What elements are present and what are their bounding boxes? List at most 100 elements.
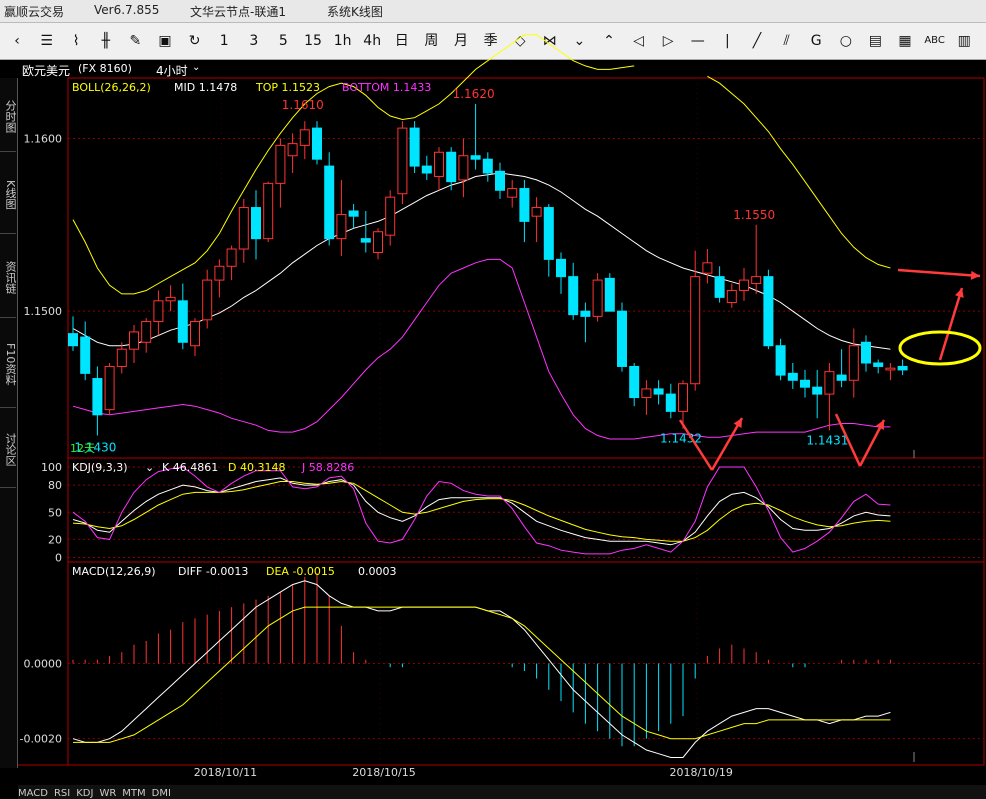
ytick-label: 80 (48, 479, 62, 492)
candle-body (568, 276, 579, 316)
kdj-legend-k: K 46.4861 (162, 461, 218, 474)
candle-body (385, 196, 396, 236)
candle-body (68, 333, 78, 347)
candle-body (812, 386, 823, 395)
indicator-tab-mtm[interactable]: MTM (122, 788, 145, 799)
candle-body (287, 143, 298, 157)
macd-legend-value: 0.0003 (358, 565, 397, 578)
candle-body (592, 279, 603, 317)
macd-dea-line (73, 606, 891, 743)
candle-body (519, 188, 530, 222)
candle-body (360, 238, 371, 243)
macd-legend-dea: DEA -0.0015 (266, 565, 335, 578)
candle-body (836, 374, 847, 381)
candle-body (92, 378, 103, 416)
candle-body (263, 182, 274, 240)
candle-body (141, 321, 152, 343)
boll-legend-top: TOP 1.1523 (255, 81, 320, 94)
candle-body (190, 321, 200, 347)
candle-body (507, 188, 518, 198)
chevron-down-icon: ⌄ (145, 461, 154, 474)
kline-chart[interactable]: 1.1600 1.1500 100 80 50 20 0 0.0000 -0.0020 2018/… (0, 0, 986, 799)
red-arrow (938, 287, 964, 361)
indicator-tab-rsi[interactable]: RSI (54, 788, 70, 799)
indicator-tab-kdj[interactable]: KDJ (76, 788, 93, 799)
indicator-tab-macd[interactable]: MACD (18, 788, 48, 799)
kdj-k-line (72, 477, 891, 546)
price-annotation: 1.1610 (282, 98, 324, 112)
candle-body (800, 379, 810, 388)
candle-body (482, 158, 493, 174)
candle-body (763, 276, 774, 347)
candle-body (275, 144, 286, 184)
candle-body (543, 207, 554, 260)
ytick-label: 100 (41, 461, 62, 474)
candle-body (153, 300, 164, 323)
candle-body (556, 258, 566, 278)
xtick-label: 2018/10/15 (352, 766, 415, 779)
candle-body (714, 276, 725, 298)
ytick-label: 50 (48, 506, 62, 519)
candle-body (641, 388, 652, 399)
ytick-label: 1.1600 (24, 132, 63, 145)
boll-legend-mid: MID 1.1478 (174, 81, 237, 94)
boll-legend-name: BOLL(26,26,2) (72, 81, 151, 94)
candle-body (409, 127, 420, 167)
candle-body (678, 383, 688, 412)
candle-body (690, 276, 701, 385)
ytick-label: 0 (55, 551, 62, 564)
candle-body (348, 210, 359, 217)
kdj-j-line (72, 466, 891, 555)
arrow-head (970, 270, 980, 280)
candle-body (787, 372, 798, 381)
candle-body (629, 365, 640, 399)
xtick-label: 2018/10/19 (669, 766, 732, 779)
candle-body (214, 265, 225, 281)
candle-body (617, 310, 627, 367)
macd-legend-name: MACD(12,26,9) (72, 565, 156, 578)
candle-body (470, 155, 481, 160)
kdj-legend-j: J 58.8286 (301, 461, 354, 474)
candle-body (373, 231, 383, 253)
candle-body (446, 151, 457, 183)
red-arrow (897, 268, 981, 278)
indicator-tabs: MACD RSI KDJ WR MTM DMI (18, 785, 986, 799)
price-annotation: 1.1550 (733, 208, 775, 222)
candle-body (653, 388, 664, 395)
candle-body (177, 300, 188, 343)
boll-top-line (707, 75, 891, 269)
candle-body (251, 207, 261, 240)
candle-body (324, 165, 335, 240)
candle-body (885, 367, 896, 371)
indicator-tab-wr[interactable]: WR (99, 788, 116, 799)
boll-legend-bottom: BOTTOM 1.1433 (342, 81, 431, 94)
candle-body (580, 310, 591, 317)
candle-body (116, 348, 127, 367)
macd-legend-diff: DIFF -0.0013 (178, 565, 248, 578)
candle-body (739, 279, 749, 291)
xtick-label: 2018/10/11 (194, 766, 257, 779)
candle-body (873, 362, 884, 367)
kdj-legend-d: D 40.3148 (228, 461, 285, 474)
candle-body (726, 289, 737, 304)
candle-body (434, 151, 444, 177)
candle-body (604, 277, 615, 312)
candle-body (897, 365, 908, 371)
candle-body (104, 365, 115, 411)
indicator-tab-dmi[interactable]: DMI (152, 788, 171, 799)
candle-body (299, 129, 310, 146)
candle-body (80, 336, 91, 374)
candle-body (702, 262, 713, 274)
price-annotation: 1.1431 (806, 433, 848, 447)
candle-body (751, 276, 762, 285)
candle-body (861, 341, 871, 364)
ytick-label: 0.0000 (24, 658, 63, 671)
ytick-label: -0.0020 (20, 733, 62, 746)
plot-frame (67, 77, 985, 766)
candle-body (458, 155, 469, 181)
candle-body (531, 207, 542, 217)
macd-diff-line (72, 580, 891, 758)
candle-body (824, 371, 835, 395)
candle-body (421, 165, 432, 174)
candle-body (775, 345, 786, 376)
